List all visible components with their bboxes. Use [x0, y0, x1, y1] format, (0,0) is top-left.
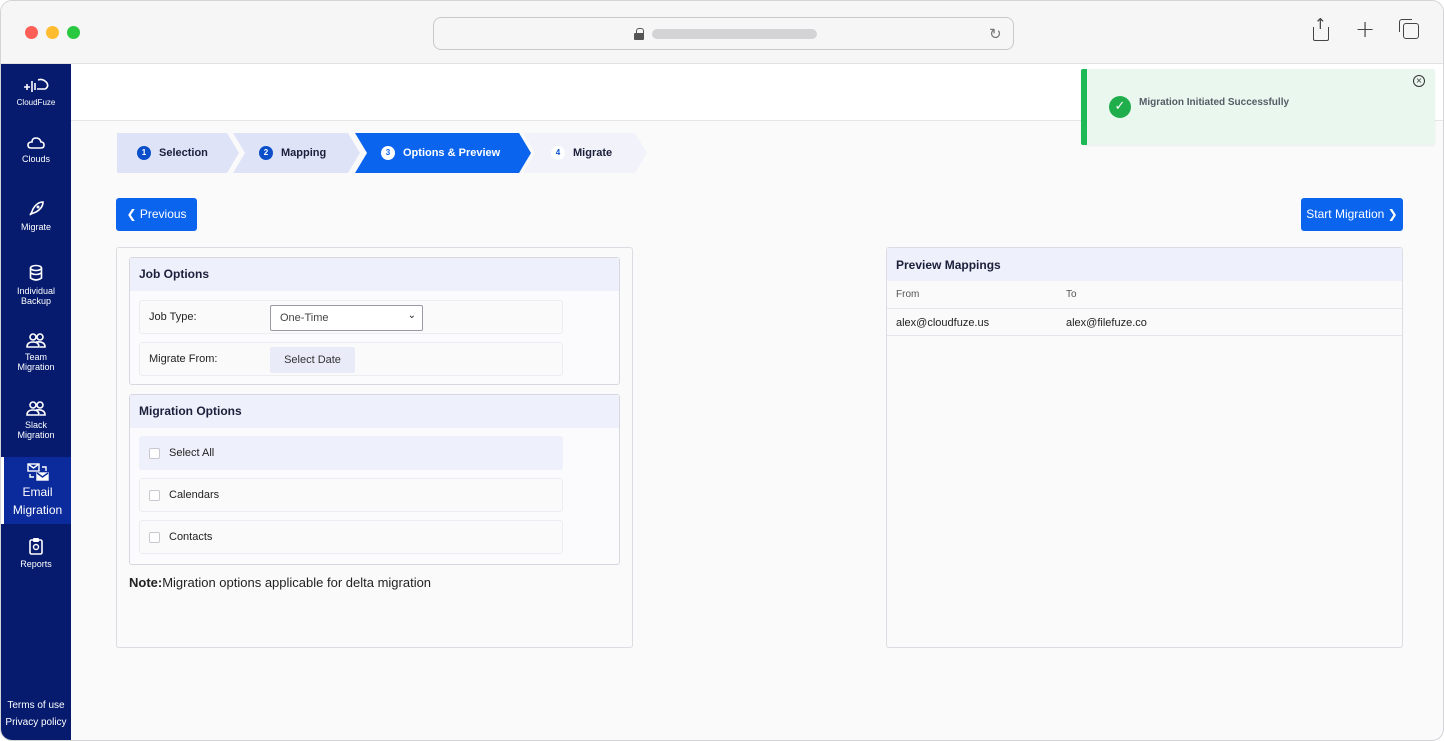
- close-icon[interactable]: ×: [1413, 75, 1425, 87]
- privacy-link[interactable]: Privacy policy: [1, 717, 71, 728]
- delta-note: Note:Migration options applicable for de…: [129, 575, 431, 590]
- step-number: 1: [137, 146, 151, 160]
- sidebar-item-label-2: Migration: [12, 503, 63, 517]
- sidebar-item-label: Team: [24, 352, 47, 362]
- job-type-value: One-Time: [280, 312, 329, 324]
- job-type-select[interactable]: One-Time ⌄: [270, 305, 423, 331]
- sidebar-item-label: Migrate: [20, 222, 51, 232]
- column-header-to: To: [1066, 289, 1077, 300]
- sidebar-item-email-migration[interactable]: Email Migration: [1, 457, 71, 524]
- step-label: Selection: [159, 146, 208, 159]
- step-mapping[interactable]: 2 Mapping: [233, 133, 360, 173]
- check-circle-icon: ✓: [1109, 96, 1131, 118]
- step-label: Migrate: [573, 146, 613, 159]
- mapping-to: alex@filefuze.co: [1066, 317, 1147, 329]
- migration-options-title: Migration Options: [130, 395, 619, 428]
- step-number: 4: [551, 146, 565, 160]
- sidebar-item-clouds[interactable]: Clouds: [1, 136, 71, 164]
- success-toast: ✓ Migration Initiated Successfully ×: [1081, 69, 1435, 145]
- share-icon[interactable]: [1311, 15, 1331, 43]
- job-options-title: Job Options: [130, 258, 619, 291]
- select-date-button[interactable]: Select Date: [270, 347, 355, 373]
- rocket-icon: [29, 201, 44, 216]
- database-icon: [29, 264, 43, 281]
- users-icon: [26, 333, 46, 348]
- cloudfuze-logo-icon: [24, 78, 49, 92]
- migrate-from-label: Migrate From:: [149, 353, 218, 365]
- migrate-from-row: Migrate From: Select Date: [139, 342, 563, 376]
- sidebar-item-migrate[interactable]: Migrate: [1, 200, 71, 232]
- preview-title: Preview Mappings: [887, 248, 1402, 281]
- sidebar-item-label: Individual: [16, 286, 56, 296]
- column-header-from: From: [896, 289, 920, 300]
- sidebar-item-reports[interactable]: Reports: [1, 537, 71, 569]
- reload-icon[interactable]: ↻: [989, 25, 1002, 43]
- sidebar-item-individual-backup[interactable]: Individual Backup: [1, 264, 71, 306]
- step-options-preview[interactable]: 3 Options & Preview: [355, 133, 531, 173]
- job-options-section: Job Options Job Type: One-Time ⌄ Migrate…: [129, 257, 620, 385]
- zoom-window-button[interactable]: [67, 26, 80, 39]
- previous-button[interactable]: ❮ Previous: [116, 198, 197, 231]
- sidebar-item-label: Slack: [24, 420, 47, 430]
- close-window-button[interactable]: [25, 26, 38, 39]
- previous-label: Previous: [139, 207, 187, 221]
- minimize-window-button[interactable]: [46, 26, 59, 39]
- clipboard-icon: [29, 538, 43, 555]
- step-label: Options & Preview: [403, 146, 501, 159]
- brand-label: CloudFuze: [16, 98, 56, 107]
- chevron-right-icon: ❯: [1387, 207, 1398, 221]
- step-number: 2: [259, 146, 273, 160]
- sidebar-item-label-2: Migration: [17, 362, 55, 372]
- email-swap-icon: [26, 463, 49, 481]
- job-type-label: Job Type:: [149, 311, 197, 323]
- step-selection[interactable]: 1 Selection: [117, 133, 239, 173]
- sidebar-item-label: Clouds: [21, 154, 50, 164]
- sidebar-item-slack-migration[interactable]: Slack Migration: [1, 400, 71, 440]
- toast-message: Migration Initiated Successfully: [1139, 97, 1290, 108]
- sidebar-item-label: Reports: [20, 559, 52, 569]
- sidebar-item-label: Email: [22, 485, 53, 499]
- browser-toolbar: ↻ +: [1, 1, 1443, 64]
- users-icon: [26, 401, 46, 416]
- step-label: Mapping: [281, 146, 327, 159]
- option-select-all[interactable]: Select All: [139, 436, 563, 470]
- select-all-checkbox[interactable]: [149, 448, 160, 459]
- option-calendars[interactable]: Calendars: [139, 478, 563, 512]
- lock-icon: [634, 28, 644, 40]
- divider: [887, 308, 1402, 309]
- tabs-icon[interactable]: [1399, 19, 1419, 39]
- divider: [887, 335, 1402, 336]
- sidebar-item-label-2: Migration: [17, 430, 55, 440]
- url-placeholder: [652, 29, 817, 39]
- sidebar-item-team-migration[interactable]: Team Migration: [1, 332, 71, 372]
- start-migration-label: Start Migration: [1306, 207, 1385, 221]
- note-label: Note:: [129, 575, 163, 590]
- sidebar: CloudFuze Clouds Migrate Individual Back…: [1, 64, 71, 740]
- cloud-icon: [27, 137, 45, 149]
- mapping-from: alex@cloudfuze.us: [896, 317, 990, 329]
- note-text: Migration options applicable for delta m…: [162, 575, 432, 590]
- start-migration-button[interactable]: Start Migration ❯: [1301, 198, 1403, 231]
- chevron-down-icon: ⌄: [407, 310, 416, 321]
- step-migrate[interactable]: 4 Migrate: [523, 133, 647, 173]
- plus-icon[interactable]: +: [1355, 15, 1375, 43]
- browser-window: ↻ + CloudFuze Clouds Migrate: [0, 0, 1444, 741]
- terms-link[interactable]: Terms of use: [1, 700, 71, 711]
- step-number: 3: [381, 146, 395, 160]
- address-bar[interactable]: ↻: [433, 17, 1014, 50]
- migration-options-section: Migration Options Select All Calendars C…: [129, 394, 620, 565]
- option-label: Contacts: [169, 531, 213, 543]
- job-type-row: Job Type: One-Time ⌄: [139, 300, 563, 334]
- sidebar-brand[interactable]: CloudFuze: [1, 78, 71, 108]
- option-label: Select All: [169, 447, 215, 459]
- preview-mappings-panel: Preview Mappings From To alex@cloudfuze.…: [886, 247, 1403, 648]
- calendars-checkbox[interactable]: [149, 490, 160, 501]
- contacts-checkbox[interactable]: [149, 532, 160, 543]
- option-contacts[interactable]: Contacts: [139, 520, 563, 554]
- option-label: Calendars: [169, 489, 220, 501]
- sidebar-item-label-2: Backup: [20, 296, 52, 306]
- chevron-left-icon: ❮: [126, 207, 137, 221]
